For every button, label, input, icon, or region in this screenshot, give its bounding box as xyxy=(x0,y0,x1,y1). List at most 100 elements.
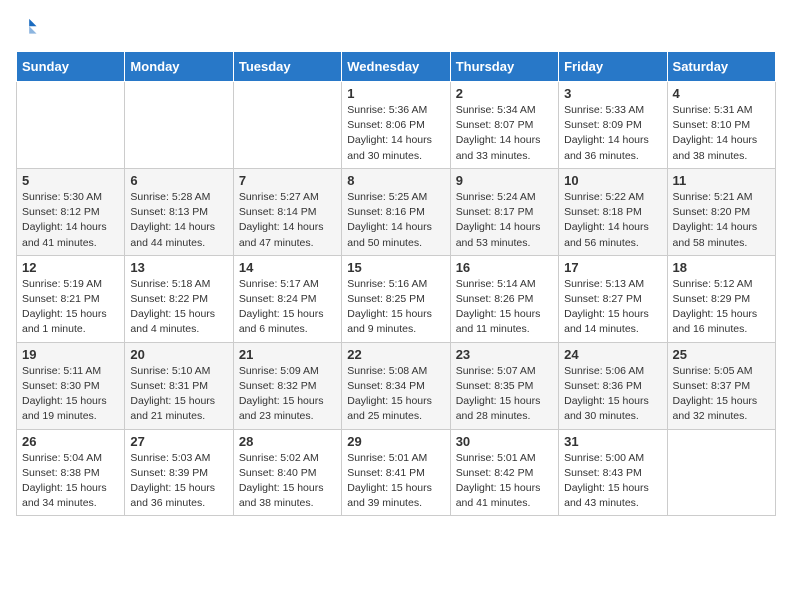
calendar-cell: 26 Sunrise: 5:04 AM Sunset: 8:38 PM Dayli… xyxy=(17,429,125,516)
day-info: Sunrise: 5:36 AM Sunset: 8:06 PM Dayligh… xyxy=(347,103,444,164)
day-number: 22 xyxy=(347,347,444,362)
day-number: 23 xyxy=(456,347,553,362)
day-number: 29 xyxy=(347,434,444,449)
calendar-cell: 29 Sunrise: 5:01 AM Sunset: 8:41 PM Dayli… xyxy=(342,429,450,516)
calendar-week-3: 12Sunrise: 5:19 AM Sunset: 8:21 PM Dayli… xyxy=(17,255,776,342)
day-info: Sunrise: 5:30 AM Sunset: 8:12 PM Dayligh… xyxy=(22,190,119,251)
day-info: Sunrise: 5:31 AM Sunset: 8:10 PM Dayligh… xyxy=(673,103,770,164)
day-number: 9 xyxy=(456,173,553,188)
day-number: 28 xyxy=(239,434,336,449)
day-number: 2 xyxy=(456,86,553,101)
day-info: Sunrise: 5:21 AM Sunset: 8:20 PM Dayligh… xyxy=(673,190,770,251)
calendar-cell: 12Sunrise: 5:19 AM Sunset: 8:21 PM Dayli… xyxy=(17,255,125,342)
day-info: Sunrise: 5:07 AM Sunset: 8:35 PM Dayligh… xyxy=(456,364,553,425)
calendar-cell: 31 Sunrise: 5:00 AM Sunset: 8:43 PM Dayli… xyxy=(559,429,667,516)
day-number: 1 xyxy=(347,86,444,101)
day-number: 16 xyxy=(456,260,553,275)
day-number: 14 xyxy=(239,260,336,275)
day-info: Sunrise: 5:25 AM Sunset: 8:16 PM Dayligh… xyxy=(347,190,444,251)
calendar-cell xyxy=(17,82,125,169)
day-number: 17 xyxy=(564,260,661,275)
calendar-cell: 28 Sunrise: 5:02 AM Sunset: 8:40 PM Dayli… xyxy=(233,429,341,516)
day-info: Sunrise: 5:02 AM Sunset: 8:40 PM Dayligh… xyxy=(239,451,336,512)
day-number: 4 xyxy=(673,86,770,101)
day-number: 31 xyxy=(564,434,661,449)
calendar-header-row: SundayMondayTuesdayWednesdayThursdayFrid… xyxy=(17,52,776,82)
calendar-cell: 30 Sunrise: 5:01 AM Sunset: 8:42 PM Dayli… xyxy=(450,429,558,516)
day-info: Sunrise: 5:14 AM Sunset: 8:26 PM Dayligh… xyxy=(456,277,553,338)
calendar-cell: 16 Sunrise: 5:14 AM Sunset: 8:26 PM Dayli… xyxy=(450,255,558,342)
calendar-cell: 21 Sunrise: 5:09 AM Sunset: 8:32 PM Dayli… xyxy=(233,342,341,429)
day-info: Sunrise: 5:24 AM Sunset: 8:17 PM Dayligh… xyxy=(456,190,553,251)
day-info: Sunrise: 5:08 AM Sunset: 8:34 PM Dayligh… xyxy=(347,364,444,425)
calendar-header-wednesday: Wednesday xyxy=(342,52,450,82)
day-info: Sunrise: 5:17 AM Sunset: 8:24 PM Dayligh… xyxy=(239,277,336,338)
day-number: 24 xyxy=(564,347,661,362)
calendar-cell: 23 Sunrise: 5:07 AM Sunset: 8:35 PM Dayli… xyxy=(450,342,558,429)
calendar-cell: 27 Sunrise: 5:03 AM Sunset: 8:39 PM Dayli… xyxy=(125,429,233,516)
calendar-cell: 15Sunrise: 5:16 AM Sunset: 8:25 PM Dayli… xyxy=(342,255,450,342)
calendar-header-saturday: Saturday xyxy=(667,52,775,82)
calendar-cell xyxy=(233,82,341,169)
calendar-cell: 1 Sunrise: 5:36 AM Sunset: 8:06 PM Daylig… xyxy=(342,82,450,169)
day-info: Sunrise: 5:11 AM Sunset: 8:30 PM Dayligh… xyxy=(22,364,119,425)
page-header xyxy=(16,16,776,43)
calendar-cell: 17 Sunrise: 5:13 AM Sunset: 8:27 PM Dayli… xyxy=(559,255,667,342)
logo-icon xyxy=(16,16,38,38)
calendar-week-2: 5 Sunrise: 5:30 AM Sunset: 8:12 PM Daylig… xyxy=(17,168,776,255)
day-info: Sunrise: 5:10 AM Sunset: 8:31 PM Dayligh… xyxy=(130,364,227,425)
day-number: 3 xyxy=(564,86,661,101)
calendar-cell: 22 Sunrise: 5:08 AM Sunset: 8:34 PM Dayli… xyxy=(342,342,450,429)
day-number: 19 xyxy=(22,347,119,362)
calendar-header-thursday: Thursday xyxy=(450,52,558,82)
day-info: Sunrise: 5:03 AM Sunset: 8:39 PM Dayligh… xyxy=(130,451,227,512)
day-number: 5 xyxy=(22,173,119,188)
day-number: 18 xyxy=(673,260,770,275)
calendar-cell: 2 Sunrise: 5:34 AM Sunset: 8:07 PM Daylig… xyxy=(450,82,558,169)
day-info: Sunrise: 5:13 AM Sunset: 8:27 PM Dayligh… xyxy=(564,277,661,338)
day-number: 27 xyxy=(130,434,227,449)
day-info: Sunrise: 5:33 AM Sunset: 8:09 PM Dayligh… xyxy=(564,103,661,164)
day-info: Sunrise: 5:27 AM Sunset: 8:14 PM Dayligh… xyxy=(239,190,336,251)
day-info: Sunrise: 5:01 AM Sunset: 8:41 PM Dayligh… xyxy=(347,451,444,512)
day-number: 26 xyxy=(22,434,119,449)
calendar-week-5: 26 Sunrise: 5:04 AM Sunset: 8:38 PM Dayli… xyxy=(17,429,776,516)
day-info: Sunrise: 5:09 AM Sunset: 8:32 PM Dayligh… xyxy=(239,364,336,425)
day-info: Sunrise: 5:16 AM Sunset: 8:25 PM Dayligh… xyxy=(347,277,444,338)
calendar-cell xyxy=(125,82,233,169)
calendar-header-monday: Monday xyxy=(125,52,233,82)
day-info: Sunrise: 5:22 AM Sunset: 8:18 PM Dayligh… xyxy=(564,190,661,251)
calendar-header-sunday: Sunday xyxy=(17,52,125,82)
day-number: 25 xyxy=(673,347,770,362)
calendar-week-4: 19 Sunrise: 5:11 AM Sunset: 8:30 PM Dayli… xyxy=(17,342,776,429)
calendar-cell: 6 Sunrise: 5:28 AM Sunset: 8:13 PM Daylig… xyxy=(125,168,233,255)
calendar-cell: 24Sunrise: 5:06 AM Sunset: 8:36 PM Dayli… xyxy=(559,342,667,429)
day-number: 6 xyxy=(130,173,227,188)
day-info: Sunrise: 5:05 AM Sunset: 8:37 PM Dayligh… xyxy=(673,364,770,425)
day-number: 10 xyxy=(564,173,661,188)
calendar-header-tuesday: Tuesday xyxy=(233,52,341,82)
day-number: 7 xyxy=(239,173,336,188)
day-number: 20 xyxy=(130,347,227,362)
calendar-cell: 14 Sunrise: 5:17 AM Sunset: 8:24 PM Dayli… xyxy=(233,255,341,342)
calendar-cell: 8 Sunrise: 5:25 AM Sunset: 8:16 PM Daylig… xyxy=(342,168,450,255)
calendar-cell: 7 Sunrise: 5:27 AM Sunset: 8:14 PM Daylig… xyxy=(233,168,341,255)
day-info: Sunrise: 5:28 AM Sunset: 8:13 PM Dayligh… xyxy=(130,190,227,251)
day-number: 30 xyxy=(456,434,553,449)
calendar-cell: 13 Sunrise: 5:18 AM Sunset: 8:22 PM Dayli… xyxy=(125,255,233,342)
day-number: 8 xyxy=(347,173,444,188)
day-info: Sunrise: 5:12 AM Sunset: 8:29 PM Dayligh… xyxy=(673,277,770,338)
day-number: 21 xyxy=(239,347,336,362)
day-info: Sunrise: 5:00 AM Sunset: 8:43 PM Dayligh… xyxy=(564,451,661,512)
day-info: Sunrise: 5:19 AM Sunset: 8:21 PM Dayligh… xyxy=(22,277,119,338)
day-info: Sunrise: 5:18 AM Sunset: 8:22 PM Dayligh… xyxy=(130,277,227,338)
logo xyxy=(16,16,40,43)
day-info: Sunrise: 5:34 AM Sunset: 8:07 PM Dayligh… xyxy=(456,103,553,164)
day-number: 13 xyxy=(130,260,227,275)
calendar-cell: 5 Sunrise: 5:30 AM Sunset: 8:12 PM Daylig… xyxy=(17,168,125,255)
calendar-cell: 19 Sunrise: 5:11 AM Sunset: 8:30 PM Dayli… xyxy=(17,342,125,429)
day-info: Sunrise: 5:01 AM Sunset: 8:42 PM Dayligh… xyxy=(456,451,553,512)
calendar-cell: 25 Sunrise: 5:05 AM Sunset: 8:37 PM Dayli… xyxy=(667,342,775,429)
day-info: Sunrise: 5:04 AM Sunset: 8:38 PM Dayligh… xyxy=(22,451,119,512)
calendar-cell: 18 Sunrise: 5:12 AM Sunset: 8:29 PM Dayli… xyxy=(667,255,775,342)
